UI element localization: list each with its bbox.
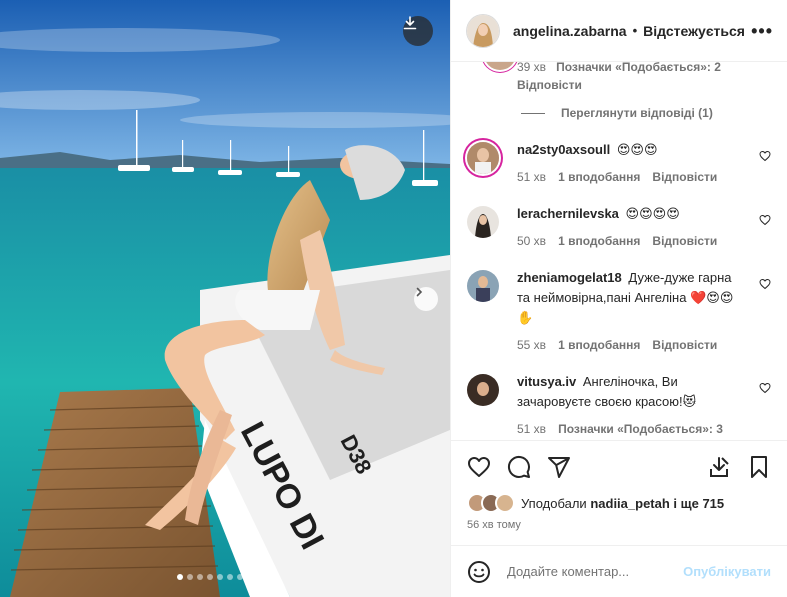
photo-illustration: LUPO DI D38 <box>0 0 450 597</box>
carousel-dot <box>247 574 253 580</box>
comment-item: lerachernilevska 😍😍😍😍 50 хв 1 вподобання… <box>467 204 771 250</box>
carousel-dot <box>257 574 263 580</box>
comment-body: zheniamogelat18 Дуже-дуже гарна та неймо… <box>517 268 745 354</box>
avatar-image <box>467 270 499 302</box>
publish-button[interactable]: Опублікувати <box>683 564 771 579</box>
comment-likes[interactable]: Позначки «Подобається»: 3 <box>558 420 723 438</box>
comment-text: lerachernilevska 😍😍😍😍 <box>517 204 745 224</box>
likes-summary: Уподобали nadiia_petah і ще 715 <box>467 493 771 513</box>
reply-button[interactable]: Відповісти <box>652 168 717 186</box>
comment-avatar[interactable] <box>484 62 516 70</box>
likes-count[interactable]: і ще 715 <box>673 496 724 511</box>
comment-text: na2sty0axsoull 😍😍😍 <box>517 140 745 160</box>
reply-button[interactable]: Відповісти <box>517 78 582 92</box>
carousel-dots <box>0 574 450 580</box>
carousel-next-button[interactable] <box>414 287 438 311</box>
carousel-dot <box>207 574 213 580</box>
comment-time[interactable]: 39 хв <box>517 62 546 74</box>
comment-meta: 55 хв 1 вподобання Відповісти <box>517 336 745 354</box>
comment-username[interactable]: zheniamogelat18 <box>517 270 622 285</box>
post-photo[interactable]: LUPO DI D38 <box>0 0 450 597</box>
liker-username[interactable]: nadiia_petah <box>590 496 669 511</box>
comment-username[interactable]: lerachernilevska <box>517 206 619 221</box>
carousel-dot <box>177 574 183 580</box>
comment-meta: 51 хв Позначки «Подобається»: 3 <box>517 420 745 438</box>
comment-item: na2sty0axsoull 😍😍😍 51 хв 1 вподобання Ві… <box>467 140 771 186</box>
emoji-icon[interactable] <box>467 560 491 584</box>
comment-bubble-icon[interactable] <box>507 455 531 479</box>
action-icons-right <box>707 455 771 479</box>
comment-time[interactable]: 51 хв <box>517 168 546 186</box>
like-comment-heart-icon[interactable] <box>759 150 771 162</box>
download-icon <box>403 16 417 30</box>
add-comment-bar: Опублікувати <box>451 545 787 597</box>
carousel-dot <box>267 574 273 580</box>
share-paper-plane-icon[interactable] <box>547 455 571 479</box>
comment-item: zheniamogelat18 Дуже-дуже гарна та неймо… <box>467 268 771 354</box>
author-username[interactable]: angelina.zabarna <box>513 23 627 39</box>
comment-text: vitusya.iv Ангеліночка, Ви зачаровуєте с… <box>517 372 745 412</box>
carousel-dot <box>197 574 203 580</box>
comment-body: na2sty0axsoull 😍😍😍 51 хв 1 вподобання Ві… <box>517 140 745 186</box>
reply-button[interactable]: Відповісти <box>652 336 717 354</box>
comment-time[interactable]: 55 хв <box>517 336 546 354</box>
following-button[interactable]: Відстежується <box>643 23 745 39</box>
comment-likes[interactable]: 1 вподобання <box>558 336 640 354</box>
avatar-image <box>467 374 499 406</box>
comment-likes[interactable]: Позначки «Подобається»: 2 <box>556 62 721 74</box>
like-comment-heart-icon[interactable] <box>759 278 771 290</box>
comment-body: vitusya.iv Ангеліночка, Ви зачаровуєте с… <box>517 372 745 438</box>
comment-username[interactable]: na2sty0axsoull <box>517 142 610 157</box>
carousel-dot <box>187 574 193 580</box>
comment-username[interactable]: vitusya.iv <box>517 374 576 389</box>
comment-likes[interactable]: 1 вподобання <box>558 168 640 186</box>
comment-meta: 39 хв Позначки «Подобається»: 2 Відповіс… <box>517 62 737 94</box>
reply-button[interactable]: Відповісти <box>652 232 717 250</box>
comment-input[interactable] <box>507 564 684 579</box>
comment-avatar[interactable] <box>467 206 499 238</box>
liker-avatar[interactable] <box>495 493 515 513</box>
comment-likes[interactable]: 1 вподобання <box>558 232 640 250</box>
header-separator: • <box>632 23 638 38</box>
download-button[interactable] <box>403 16 433 46</box>
carousel-dot <box>227 574 233 580</box>
carousel-dot <box>217 574 223 580</box>
post-side-panel: angelina.zabarna • Відстежується ••• 39 … <box>450 0 787 597</box>
author-avatar[interactable] <box>467 14 499 47</box>
comment-time[interactable]: 50 хв <box>517 232 546 250</box>
post-header: angelina.zabarna • Відстежується ••• <box>451 0 787 62</box>
post-time[interactable]: 56 хв тому <box>467 519 771 535</box>
comment-meta: 51 хв 1 вподобання Відповісти <box>517 168 745 186</box>
comment-avatar[interactable] <box>467 142 499 174</box>
comment-item: vitusya.iv Ангеліночка, Ви зачаровуєте с… <box>467 372 771 438</box>
carousel-dot <box>237 574 243 580</box>
post-actions: Уподобали nadiia_petah і ще 715 56 хв то… <box>451 440 787 535</box>
avatar-image <box>467 142 499 174</box>
action-icons <box>467 441 771 493</box>
comment-time[interactable]: 51 хв <box>517 420 546 438</box>
comment-avatar[interactable] <box>467 374 499 406</box>
comment-content: 😍😍😍😍 <box>625 206 680 221</box>
likes-text: Уподобали nadiia_petah і ще 715 <box>521 496 724 511</box>
more-options-button[interactable]: ••• <box>751 22 773 40</box>
comment-avatar[interactable] <box>467 270 499 302</box>
like-comment-heart-icon[interactable] <box>759 214 771 226</box>
author-avatar-image <box>467 14 499 47</box>
bookmark-icon[interactable] <box>747 455 771 479</box>
likes-prefix: Уподобали <box>521 495 587 511</box>
comments-list[interactable]: 39 хв Позначки «Подобається»: 2 Відповіс… <box>451 62 787 440</box>
like-comment-heart-icon[interactable] <box>759 382 771 394</box>
partial-comment: 39 хв Позначки «Подобається»: 2 Відповіс… <box>467 62 771 118</box>
comment-text: zheniamogelat18 Дуже-дуже гарна та неймо… <box>517 268 745 328</box>
avatar-image <box>467 206 499 238</box>
comment-meta: 50 хв 1 вподобання Відповісти <box>517 232 745 250</box>
comment-body: lerachernilevska 😍😍😍😍 50 хв 1 вподобання… <box>517 204 745 250</box>
post-dialog: LUPO DI D38 angelina.zabarna • Відстежує… <box>0 0 787 597</box>
like-heart-icon[interactable] <box>467 455 491 479</box>
save-download-icon[interactable] <box>707 455 731 479</box>
chevron-right-icon <box>416 287 423 297</box>
liker-avatars <box>467 493 515 513</box>
comment-content: 😍😍😍 <box>616 142 658 157</box>
